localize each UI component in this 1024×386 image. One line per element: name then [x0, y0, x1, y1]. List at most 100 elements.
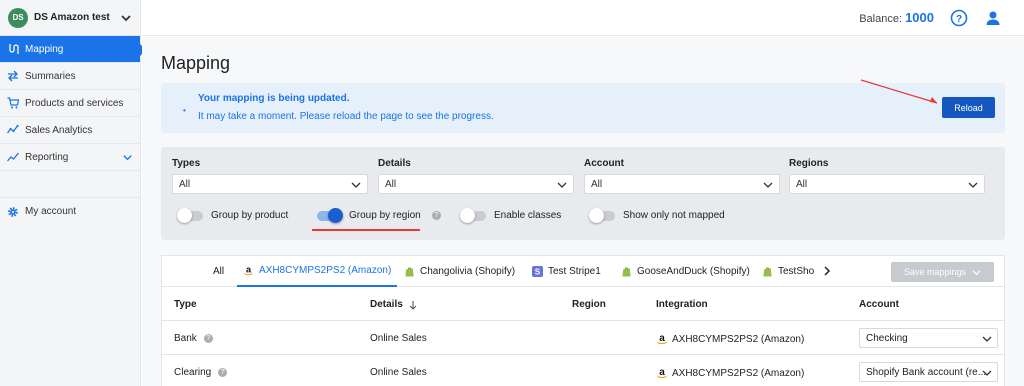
th-details-label: Details: [370, 299, 403, 310]
type-value: Clearing: [174, 367, 212, 378]
main-content: Mapping • Your mapping is being updated.…: [142, 37, 1024, 386]
table-row: Bank ? Online Sales a AXH8CYMPS2PS2 (Ama…: [162, 321, 1004, 355]
sort-down-icon[interactable]: [408, 300, 418, 310]
save-mappings-button[interactable]: Save mappings: [891, 262, 994, 282]
chevron-down-icon[interactable]: [122, 152, 133, 163]
sidebar-divider: [0, 171, 140, 198]
cell-integration: a AXH8CYMPS2PS2 (Amazon): [656, 333, 804, 345]
top-bar: Balance: 1000 ?: [142, 0, 1024, 36]
cell-integration: a AXH8CYMPS2PS2 (Amazon): [656, 367, 804, 379]
switch[interactable]: [317, 207, 343, 223]
svg-text:a: a: [659, 367, 665, 378]
account-label: Account: [584, 158, 624, 169]
shopify-icon: [405, 267, 414, 277]
account-switcher[interactable]: DS DS Amazon test: [0, 0, 140, 36]
chevron-down-icon: [972, 269, 981, 275]
help-icon[interactable]: ?: [203, 334, 213, 343]
amazon-icon: a: [657, 367, 667, 379]
reporting-icon: [7, 152, 19, 162]
amazon-icon: a: [244, 265, 253, 276]
th-details[interactable]: Details: [370, 299, 418, 310]
sidebar-item-my-account[interactable]: My account: [0, 198, 140, 225]
toggle-enable-classes[interactable]: Enable classes: [460, 207, 562, 223]
shopify-icon: [763, 267, 772, 277]
mapping-icon: [9, 44, 19, 54]
tab-label: All: [213, 266, 225, 277]
tab-label: TestSho: [778, 266, 815, 277]
arrows-icon: [8, 70, 18, 82]
th-region: Region: [572, 299, 606, 310]
toggle-group-by-product[interactable]: Group by product: [177, 207, 289, 223]
account-select[interactable]: All: [584, 174, 780, 194]
banner-text: It may take a moment. Please reload the …: [198, 111, 494, 122]
mappings-card: All a AXH8CYMPS2PS2 (Amazon) Changolivia…: [161, 255, 1005, 386]
tab-amazon[interactable]: a AXH8CYMPS2PS2 (Amazon): [237, 256, 398, 287]
toggle-group-by-region[interactable]: Group by region ?: [317, 207, 441, 223]
toggle-label: Show only not mapped: [623, 210, 725, 221]
tab-label: GooseAndDuck (Shopify): [637, 266, 750, 277]
chevron-down-icon: [982, 336, 992, 342]
integration-tabs: All a AXH8CYMPS2PS2 (Amazon) Changolivia…: [162, 256, 1004, 287]
switch[interactable]: [177, 207, 203, 223]
cell-details: Online Sales: [370, 333, 427, 344]
toggle-show-only-not-mapped[interactable]: Show only not mapped: [589, 207, 725, 223]
account-select[interactable]: Shopify Bank account (re...: [859, 362, 998, 382]
user-icon[interactable]: [984, 9, 1002, 27]
page-title: Mapping: [161, 53, 231, 73]
balance-label: Balance:: [859, 13, 903, 25]
account-select[interactable]: Checking: [859, 328, 998, 348]
sidebar-item-products[interactable]: Products and services: [0, 90, 140, 117]
sidebar: DS DS Amazon test Mapping Summaries Prod…: [0, 0, 146, 386]
banner-title: Your mapping is being updated.: [198, 93, 350, 104]
account-name: DS Amazon test: [34, 12, 110, 23]
help-icon[interactable]: ?: [950, 9, 968, 27]
tab-test-stripe1[interactable]: S Test Stripe1: [532, 256, 601, 287]
regions-value: All: [796, 179, 808, 190]
help-icon[interactable]: ?: [431, 211, 441, 220]
cell-type: Bank ?: [174, 333, 213, 344]
integration-value: AXH8CYMPS2PS2 (Amazon): [672, 367, 805, 379]
sidebar-item-reporting[interactable]: Reporting: [0, 144, 140, 171]
details-label: Details: [378, 158, 411, 169]
chevron-down-icon: [557, 182, 567, 188]
table-header: Type Details Region Integration Account: [162, 287, 1004, 321]
chevron-down-icon: [763, 182, 773, 188]
regions-select[interactable]: All: [789, 174, 985, 194]
regions-label: Regions: [789, 158, 829, 169]
filters-panel: Types All Details All Account All Region…: [161, 147, 1005, 240]
sidebar-item-summaries[interactable]: Summaries: [0, 63, 140, 90]
account-value: Checking: [866, 333, 908, 344]
integration-value: AXH8CYMPS2PS2 (Amazon): [672, 333, 805, 345]
details-value: All: [385, 179, 397, 190]
chevron-down-icon: [982, 370, 992, 376]
switch[interactable]: [589, 207, 615, 223]
toggle-label: Group by region: [349, 210, 421, 221]
sidebar-item-sales-analytics[interactable]: Sales Analytics: [0, 117, 140, 144]
shopify-icon: [622, 267, 631, 277]
tab-all[interactable]: All: [213, 256, 224, 287]
tab-testshop[interactable]: TestSho: [762, 256, 814, 287]
tab-gooseandduck[interactable]: GooseAndDuck (Shopify): [621, 256, 750, 287]
annotation-underline: [312, 229, 420, 231]
gear-icon: [8, 206, 18, 217]
balance-value: 1000: [905, 10, 934, 25]
types-select[interactable]: All: [172, 174, 368, 194]
switch[interactable]: [460, 207, 486, 223]
avatar: DS: [8, 7, 28, 28]
chevron-down-icon: [351, 182, 361, 188]
toggle-label: Group by product: [211, 210, 289, 221]
details-select[interactable]: All: [378, 174, 574, 194]
account-value: Shopify Bank account (re...: [866, 367, 987, 378]
sidebar-item-label: Products and services: [25, 97, 124, 109]
account-value: All: [591, 179, 603, 190]
chevron-right-icon[interactable]: [822, 266, 832, 276]
cell-type: Clearing ?: [174, 367, 228, 378]
reload-button[interactable]: Reload: [942, 97, 995, 118]
help-icon[interactable]: ?: [218, 368, 228, 377]
sidebar-item-label: Reporting: [25, 151, 69, 163]
tab-changolivia[interactable]: Changolivia (Shopify): [404, 256, 515, 287]
sidebar-item-mapping[interactable]: Mapping: [0, 36, 146, 63]
svg-text:S: S: [535, 267, 541, 276]
chevron-down-icon: [121, 14, 131, 21]
toggle-label: Enable classes: [494, 210, 562, 221]
